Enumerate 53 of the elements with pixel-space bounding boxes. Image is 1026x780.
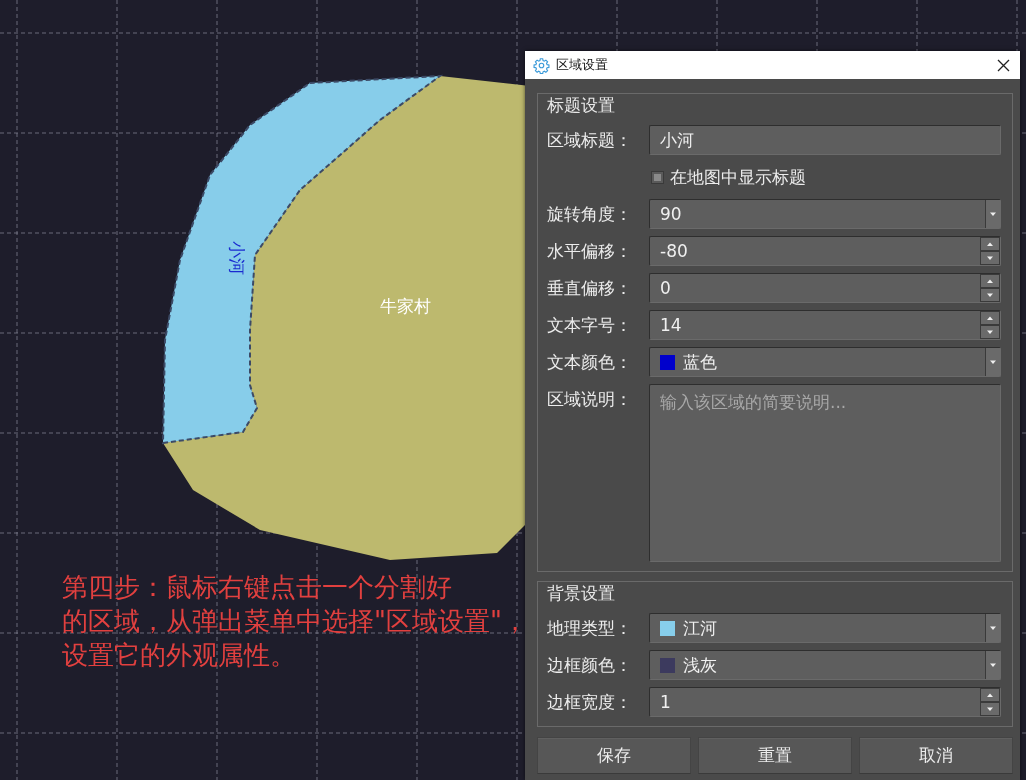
number-field[interactable]: -80 (649, 236, 1001, 266)
checkbox-label: 在地图中显示标题 (670, 165, 806, 189)
dropdown[interactable]: 浅灰 (649, 650, 1001, 680)
field-label: 边框颜色： (547, 654, 633, 677)
checkbox[interactable] (651, 170, 664, 184)
number-field[interactable]: 1 (649, 687, 1001, 717)
spin-down-button[interactable] (980, 325, 1000, 339)
spin-down-button[interactable] (980, 251, 1000, 265)
up-arrow-icon (986, 692, 994, 698)
field-label: 边框宽度： (547, 691, 633, 714)
dropdown-arrow-icon (989, 359, 997, 365)
field-label: 区域说明： (547, 388, 633, 411)
field-label: 文本颜色： (547, 351, 633, 374)
down-arrow-icon (986, 255, 994, 261)
dropdown-arrow-icon (989, 625, 997, 631)
up-arrow-icon (986, 241, 994, 247)
up-arrow-icon (986, 278, 994, 284)
dropdown[interactable]: 江河 (649, 613, 1001, 643)
field-label: 水平偏移： (547, 240, 633, 263)
river-label: 小河 (227, 241, 247, 275)
spin-up-button[interactable] (980, 688, 1000, 702)
field-label: 文本字号： (547, 314, 633, 337)
spin-down-button[interactable] (980, 288, 1000, 302)
dialog-button[interactable]: 重置 (698, 737, 852, 774)
field-label: 旋转角度： (547, 203, 633, 226)
down-arrow-icon (986, 292, 994, 298)
dropdown-arrow-icon (989, 211, 997, 217)
dropdown[interactable]: 蓝色 (649, 347, 1001, 377)
up-arrow-icon (986, 315, 994, 321)
dialog-button[interactable]: 取消 (859, 737, 1013, 774)
down-arrow-icon (986, 706, 994, 712)
spin-up-button[interactable] (980, 274, 1000, 288)
group-title: 背景设置 (547, 582, 616, 604)
spin-up-button[interactable] (980, 311, 1000, 325)
text-field[interactable]: 小河 (649, 125, 1001, 155)
dialog-button[interactable]: 保存 (537, 737, 691, 774)
field-label: 地理类型： (547, 617, 633, 640)
number-field[interactable]: 14 (649, 310, 1001, 340)
river-region[interactable] (161, 74, 444, 445)
dropdown-arrow-icon (989, 662, 997, 668)
spin-down-button[interactable] (980, 702, 1000, 716)
instruction-text: 第四步：鼠标右键点击一个分割好 的区域，从弹出菜单中选择"区域设置"， 设置它的外观属性。 (62, 571, 528, 672)
gear-icon (533, 56, 550, 74)
dropdown[interactable]: 90 (649, 199, 1001, 229)
village-label: 牛家村 (379, 296, 431, 316)
field-label: 区域标题： (547, 129, 633, 152)
number-field[interactable]: 0 (649, 273, 1001, 303)
field-label: 垂直偏移： (547, 277, 633, 300)
spin-up-button[interactable] (980, 237, 1000, 251)
close-icon (996, 58, 1010, 72)
group-title: 标题设置 (547, 94, 616, 116)
dialog-title: 区域设置 (556, 56, 609, 74)
down-arrow-icon (986, 329, 994, 335)
